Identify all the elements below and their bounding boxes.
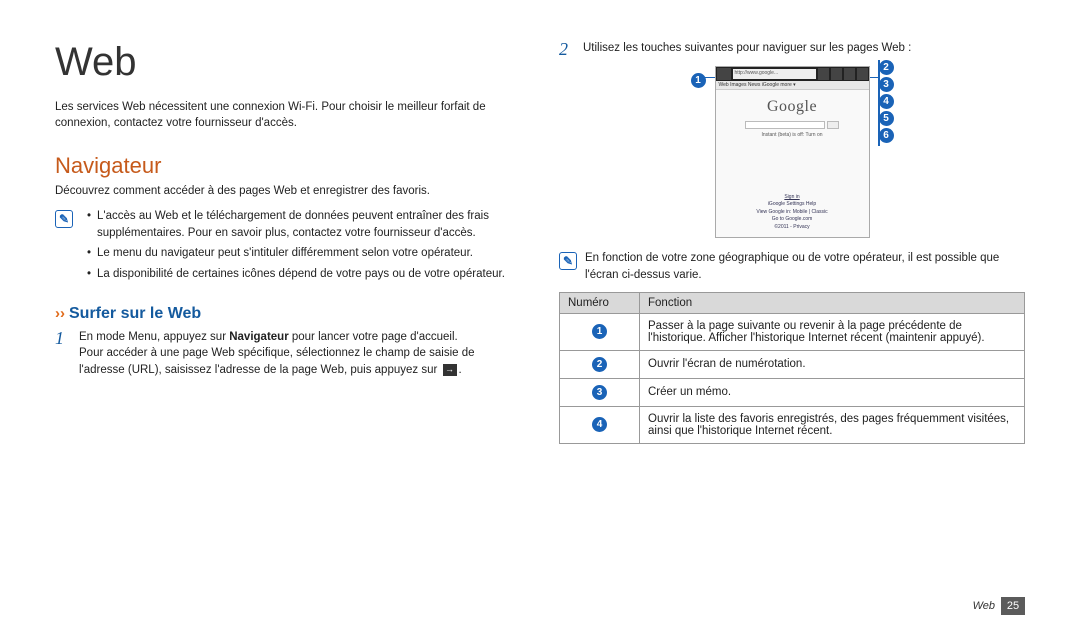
note-block-right: ✎ En fonction de votre zone géographique… [559, 250, 1025, 283]
row-function: Ouvrir la liste des favoris enregistrés,… [640, 406, 1025, 443]
intro-paragraph: Les services Web nécessitent une connexi… [55, 99, 521, 131]
callout-5: 5 [879, 111, 894, 126]
page-title: Web [55, 40, 521, 85]
search-input [745, 121, 825, 129]
table-header-number: Numéro [560, 292, 640, 313]
note-icon: ✎ [559, 252, 577, 270]
google-logo: Google [716, 98, 869, 116]
navigator-heading: Navigateur [55, 153, 521, 179]
table-row: 4 Ouvrir la liste des favoris enregistré… [560, 406, 1025, 443]
url-bar: http://www.google... [733, 69, 816, 79]
note-text: En fonction de votre zone géographique o… [585, 250, 1025, 283]
toolbar-icon [831, 68, 842, 80]
callout-1: 1 [691, 73, 706, 88]
surf-heading: ››Surfer sur le Web [55, 305, 521, 323]
left-column: Web Les services Web nécessitent une con… [55, 40, 521, 444]
step-number: 2 [559, 40, 575, 60]
toolbar-icon [857, 68, 868, 80]
navigator-desc: Découvrez comment accéder à des pages We… [55, 183, 521, 200]
footer-label: Web [973, 600, 995, 612]
right-column: 2 Utilisez les touches suivantes pour na… [559, 40, 1025, 444]
row-callout: 4 [592, 417, 607, 432]
table-row: 1 Passer à la page suivante ou revenir à… [560, 313, 1025, 350]
page-footer: Web 25 [973, 597, 1025, 615]
table-header-function: Fonction [640, 292, 1025, 313]
callout-6: 6 [879, 128, 894, 143]
note-block: ✎ L'accès au Web et le téléchargement de… [55, 208, 521, 287]
step-number: 1 [55, 329, 71, 379]
step-1: 1 En mode Menu, appuyez sur Navigateur p… [55, 329, 521, 379]
note-item: Le menu du navigateur peut s'intituler d… [87, 245, 521, 262]
row-function: Créer un mémo. [640, 378, 1025, 406]
go-arrow-icon: → [443, 364, 457, 376]
footer-goto: Go to Google.com [772, 216, 813, 222]
row-callout: 2 [592, 357, 607, 372]
note-item: La disponibilité de certaines icônes dép… [87, 266, 521, 283]
callout-2: 2 [879, 60, 894, 75]
row-function: Ouvrir l'écran de numérotation. [640, 350, 1025, 378]
function-table: Numéro Fonction 1 Passer à la page suiva… [559, 292, 1025, 444]
phone-illustration: 1 2 3 4 5 6 http://www.google... [559, 66, 1025, 239]
callout-4: 4 [879, 94, 894, 109]
table-row: 3 Créer un mémo. [560, 378, 1025, 406]
note-icon: ✎ [55, 210, 73, 228]
row-callout: 3 [592, 385, 607, 400]
toolbar-icon [844, 68, 855, 80]
browser-tabs: Web Images News iGoogle more ▾ [716, 81, 869, 90]
footer-view: View Google in: Mobile | Classic [756, 209, 827, 215]
search-button [827, 121, 839, 129]
browser-back-icon [717, 68, 731, 80]
callout-3: 3 [879, 77, 894, 92]
signin-link: Sign in [784, 194, 799, 202]
toolbar-icon [818, 68, 829, 80]
row-callout: 1 [592, 324, 607, 339]
chevron-icon: ›› [55, 305, 65, 322]
table-row: 2 Ouvrir l'écran de numérotation. [560, 350, 1025, 378]
footer-copy: ©2011 - Privacy [774, 224, 809, 230]
note-item: L'accès au Web et le téléchargement de d… [87, 208, 521, 241]
page-number: 25 [1001, 597, 1025, 615]
footer-links: iGoogle Settings Help [768, 201, 816, 207]
row-function: Passer à la page suivante ou revenir à l… [640, 313, 1025, 350]
step-2: 2 Utilisez les touches suivantes pour na… [559, 40, 1025, 60]
